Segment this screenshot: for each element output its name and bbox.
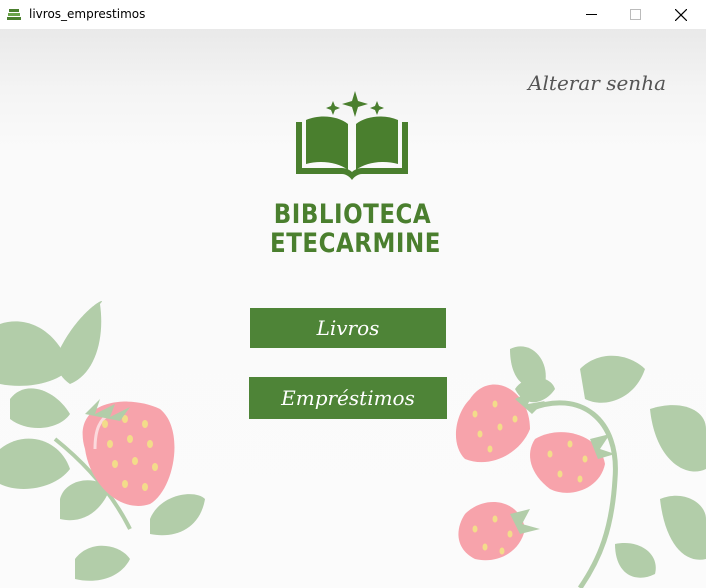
library-logo: BIBLIOTECA ETECARMINE: [270, 89, 441, 289]
change-password-link[interactable]: Alterar senha: [516, 71, 666, 95]
logo-line-1: BIBLIOTECA: [273, 200, 432, 230]
maximize-button[interactable]: [612, 0, 658, 29]
open-book-icon: [296, 116, 408, 180]
strawberry-decoration-left: [0, 301, 205, 581]
logo-line-2: ETECARMINE: [270, 229, 441, 259]
window-title: livros_emprestimos: [29, 7, 146, 21]
title-bar: livros_emprestimos: [0, 0, 706, 29]
livros-button[interactable]: Livros: [250, 308, 446, 348]
emprestimos-button[interactable]: Empréstimos: [249, 377, 447, 419]
close-button[interactable]: [658, 0, 704, 29]
minimize-icon: [585, 14, 597, 15]
minimize-button[interactable]: [568, 0, 614, 29]
strawberry-decoration-right: [455, 346, 706, 588]
maximize-icon: [629, 9, 641, 20]
close-icon: [675, 8, 687, 21]
main-window: Alterar senha BIBLIOTECA ETECARMINE Livr…: [0, 29, 706, 588]
app-icon: [7, 9, 21, 20]
